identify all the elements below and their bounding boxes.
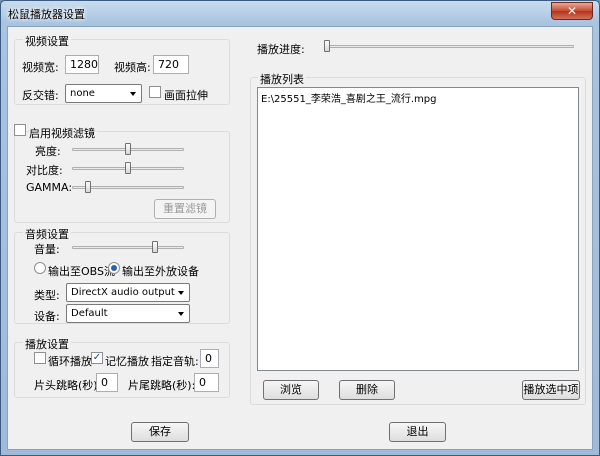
loop-checkbox[interactable] [34, 352, 46, 364]
contrast-slider[interactable] [125, 162, 131, 174]
progress-slider-track [324, 45, 574, 48]
audio-device-value: Default [71, 308, 108, 319]
playlist-title: 播放列表 [258, 71, 306, 87]
audio-type-label: 类型: [34, 289, 60, 302]
playlist-listbox[interactable]: E:\25551_李荣浩_喜剧之王_流行.mpg [257, 87, 579, 371]
video-width-input[interactable]: 1280 [65, 55, 99, 74]
brightness-label: 亮度: [35, 145, 61, 158]
output-obs-label: 输出至OBS流 [48, 265, 115, 278]
deinterlace-label: 反交错: [22, 89, 59, 102]
audio-track-input[interactable]: 0 [200, 349, 219, 368]
gamma-label: GAMMA: [26, 181, 73, 194]
settings-window: 松鼠播放器设置 ✕ 视频设置 视频宽: 1280 视频高: 720 反交错: n… [0, 0, 600, 456]
save-button[interactable]: 保存 [131, 422, 189, 442]
playback-settings-title: 播放设置 [23, 336, 71, 352]
exit-button[interactable]: 退出 [389, 422, 446, 442]
gamma-slider[interactable] [84, 181, 91, 193]
close-icon: ✕ [566, 4, 578, 18]
output-device-label: 输出至外放设备 [122, 265, 199, 278]
video-width-label: 视频宽: [22, 61, 59, 74]
progress-slider[interactable] [324, 40, 330, 52]
stretch-label: 画面拉伸 [164, 89, 208, 102]
output-device-radio[interactable] [108, 262, 120, 274]
skip-head-input[interactable]: 0 [96, 373, 118, 392]
audio-device-label: 设备: [34, 310, 60, 323]
enable-filter-checkbox[interactable] [14, 124, 26, 136]
browse-button[interactable]: 浏览 [263, 380, 319, 400]
volume-slider-track [72, 246, 184, 249]
video-height-input[interactable]: 720 [153, 55, 189, 74]
delete-button[interactable]: 删除 [339, 380, 395, 400]
loop-label: 循环播放 [48, 355, 92, 368]
volume-label: 音量: [34, 243, 60, 256]
chevron-down-icon [178, 291, 184, 295]
video-height-label: 视频高: [114, 61, 151, 74]
close-button[interactable]: ✕ [551, 2, 593, 20]
audio-type-value: DirectX audio output [71, 287, 175, 298]
audio-type-select[interactable]: DirectX audio output [66, 283, 190, 302]
contrast-label: 对比度: [26, 164, 63, 177]
stretch-checkbox[interactable] [149, 86, 161, 98]
deinterlace-select[interactable]: none [65, 84, 142, 103]
remember-checkbox[interactable]: ✓ [91, 352, 103, 364]
audio-device-select[interactable]: Default [66, 304, 190, 323]
window-title: 松鼠播放器设置 [8, 8, 85, 21]
reset-filter-button[interactable]: 重置滤镜 [154, 199, 216, 219]
list-item[interactable]: E:\25551_李荣浩_喜剧之王_流行.mpg [261, 90, 436, 105]
remember-label: 记忆播放 [105, 355, 149, 368]
audio-settings-title: 音频设置 [23, 226, 71, 242]
video-settings-title: 视频设置 [23, 33, 71, 49]
chevron-down-icon [178, 312, 184, 316]
title-bar[interactable]: 松鼠播放器设置 ✕ [1, 1, 599, 25]
skip-head-label: 片头跳略(秒): [34, 379, 102, 392]
enable-filter-label: 启用视频滤镜 [29, 125, 97, 141]
audio-track-label: 指定音轨: [151, 355, 199, 368]
brightness-slider[interactable] [125, 143, 131, 155]
deinterlace-value: none [70, 88, 95, 99]
skip-tail-label: 片尾跳略(秒): [128, 379, 196, 392]
volume-slider[interactable] [151, 241, 158, 253]
dialog-client-area: 视频设置 视频宽: 1280 视频高: 720 反交错: none 画面拉伸 启… [7, 26, 593, 450]
progress-label: 播放进度: [257, 43, 305, 56]
chevron-down-icon [130, 92, 136, 96]
play-selected-button[interactable]: 播放选中项 [522, 380, 580, 400]
skip-tail-input[interactable]: 0 [194, 373, 219, 392]
output-obs-radio[interactable] [34, 262, 46, 274]
